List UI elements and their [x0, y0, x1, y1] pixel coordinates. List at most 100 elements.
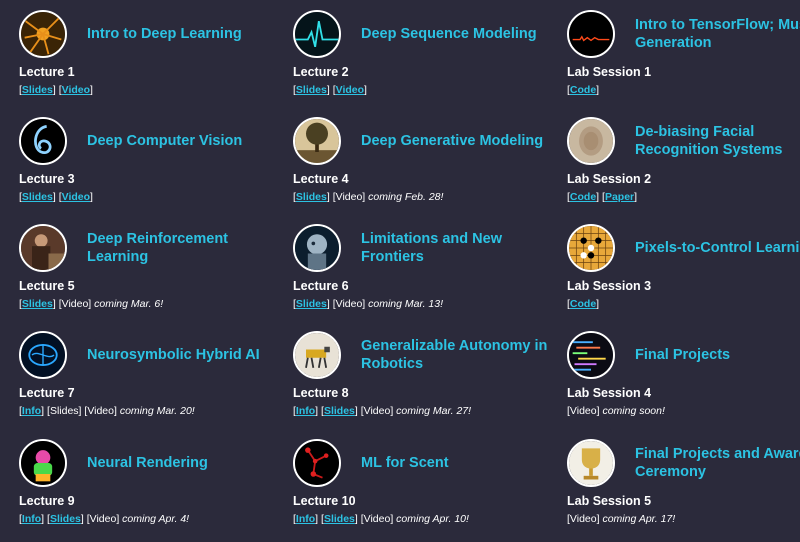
molecule-image[interactable]: [293, 439, 341, 487]
slides-link[interactable]: Slides: [324, 513, 355, 525]
bracket: ]: [88, 298, 92, 310]
bracket: ]: [90, 191, 93, 203]
slides-link[interactable]: Slides: [50, 513, 81, 525]
bracket: ]: [354, 405, 358, 417]
waveform-image[interactable]: [567, 10, 615, 58]
code-link[interactable]: Code: [570, 298, 596, 310]
session-title-link[interactable]: Intro to TensorFlow; Music Generation: [635, 10, 800, 58]
resource-links: [Slides] [Video]: [293, 84, 367, 96]
session-label: Lecture 9: [19, 494, 75, 508]
session-label: Lecture 6: [293, 279, 349, 293]
bracket: ]: [52, 84, 56, 96]
session-label: Lecture 3: [19, 172, 75, 186]
bracket: ]: [354, 513, 358, 525]
video-link[interactable]: Video: [62, 84, 90, 96]
robot-head-image[interactable]: [293, 224, 341, 272]
go-board-image[interactable]: [567, 224, 615, 272]
code-screen-image[interactable]: [567, 331, 615, 379]
bracket: ]: [364, 84, 367, 96]
info-link[interactable]: Info: [22, 513, 41, 525]
resource-links: [Code]: [567, 298, 599, 310]
session-card: Neural Rendering Lecture 9 [Info] [Slides]…: [19, 439, 279, 539]
slides-link[interactable]: Slides: [296, 191, 327, 203]
bracket: ]: [90, 84, 93, 96]
session-label: Lecture 4: [293, 172, 349, 186]
slides-link[interactable]: Slides: [296, 84, 327, 96]
code-link[interactable]: Code: [570, 191, 596, 203]
resource-links: [Info] [Slides] [Video] coming Mar. 20!: [19, 405, 195, 417]
resource-links: [Slides] [Video] coming Mar. 13!: [293, 298, 443, 310]
slides-link[interactable]: Slides: [22, 191, 53, 203]
session-card: De-biasing Facial Recognition Systems Lab…: [567, 117, 800, 217]
resource-links: [Video] coming soon!: [567, 405, 665, 417]
course-schedule-grid: Intro to Deep Learning Lecture 1 [Slides] …: [0, 0, 800, 542]
trophy-image[interactable]: [567, 439, 615, 487]
bracket: ]: [41, 513, 45, 525]
bracket: ]: [326, 298, 330, 310]
brain-image[interactable]: [19, 331, 67, 379]
video-label: Video: [569, 405, 597, 417]
session-card: Pixels-to-Control Learning Lab Session 3 […: [567, 224, 800, 324]
neuron-image[interactable]: [19, 10, 67, 58]
bracket: ]: [596, 298, 600, 310]
session-title-link[interactable]: Deep Reinforcement Learning: [87, 224, 287, 272]
slides-link[interactable]: Slides: [22, 84, 53, 96]
availability-note: coming Apr. 10!: [396, 513, 469, 525]
session-title-link[interactable]: Neurosymbolic Hybrid AI: [87, 331, 287, 379]
availability-note: coming Apr. 4!: [122, 513, 190, 525]
swirl-image[interactable]: [19, 117, 67, 165]
session-title-link[interactable]: ML for Scent: [361, 439, 561, 487]
code-link[interactable]: Code: [570, 84, 596, 96]
session-title-link[interactable]: Final Projects and Awards Ceremony: [635, 439, 800, 487]
blurred-face-image[interactable]: [567, 117, 615, 165]
tree-painting-image[interactable]: [293, 117, 341, 165]
info-link[interactable]: Info: [296, 513, 315, 525]
video-label: Video: [569, 513, 597, 525]
session-card: Deep Sequence Modeling Lecture 2 [Slides] …: [293, 10, 553, 110]
video-label: Video: [61, 298, 89, 310]
video-label: Video: [363, 513, 391, 525]
session-title-link[interactable]: Deep Generative Modeling: [361, 117, 561, 165]
bracket: ]: [634, 191, 638, 203]
video-label: Video: [87, 405, 114, 417]
bracket: ]: [315, 405, 319, 417]
resource-links: [Info] [Slides] [Video] coming Mar. 27!: [293, 405, 471, 417]
video-link[interactable]: Video: [336, 84, 364, 96]
session-title-link[interactable]: Deep Computer Vision: [87, 117, 287, 165]
resource-links: [Info] [Slides] [Video] coming Apr. 10!: [293, 513, 469, 525]
availability-note: coming Mar. 27!: [396, 405, 472, 417]
session-title-link[interactable]: De-biasing Facial Recognition Systems: [635, 117, 800, 165]
slides-link[interactable]: Slides: [296, 298, 327, 310]
bracket: ]: [78, 405, 82, 417]
slides-label: Slides: [49, 405, 79, 417]
resource-links: [Code]: [567, 84, 599, 96]
video-label: Video: [335, 298, 363, 310]
resource-links: [Info] [Slides] [Video] coming Apr. 4!: [19, 513, 189, 525]
session-card: Final Projects Lab Session 4 [Video] comin…: [567, 331, 800, 431]
session-title-link[interactable]: Intro to Deep Learning: [87, 10, 287, 58]
session-title-link[interactable]: Generalizable Autonomy in Robotics: [361, 331, 561, 379]
bracket: ]: [362, 191, 366, 203]
session-title-link[interactable]: Neural Rendering: [87, 439, 287, 487]
session-title-link[interactable]: Limitations and New Frontiers: [361, 224, 561, 272]
session-label: Lab Session 4: [567, 386, 652, 400]
bracket: ]: [113, 405, 117, 417]
bracket: ]: [52, 298, 56, 310]
session-label: Lecture 10: [293, 494, 356, 508]
bracket: ]: [596, 191, 600, 203]
video-link[interactable]: Video: [62, 191, 90, 203]
chess-player-image[interactable]: [19, 224, 67, 272]
info-link[interactable]: Info: [22, 405, 41, 417]
bracket: ]: [315, 513, 319, 525]
session-title-link[interactable]: Deep Sequence Modeling: [361, 10, 561, 58]
rendered-figure-image[interactable]: [19, 439, 67, 487]
slides-link[interactable]: Slides: [324, 405, 355, 417]
info-link[interactable]: Info: [296, 405, 315, 417]
robot-dog-image[interactable]: [293, 331, 341, 379]
session-title-link[interactable]: Final Projects: [635, 331, 800, 379]
paper-link[interactable]: Paper: [605, 191, 634, 203]
session-title-link[interactable]: Pixels-to-Control Learning: [635, 224, 800, 272]
heartbeat-image[interactable]: [293, 10, 341, 58]
availability-note: coming Mar. 13!: [368, 298, 444, 310]
slides-link[interactable]: Slides: [22, 298, 53, 310]
